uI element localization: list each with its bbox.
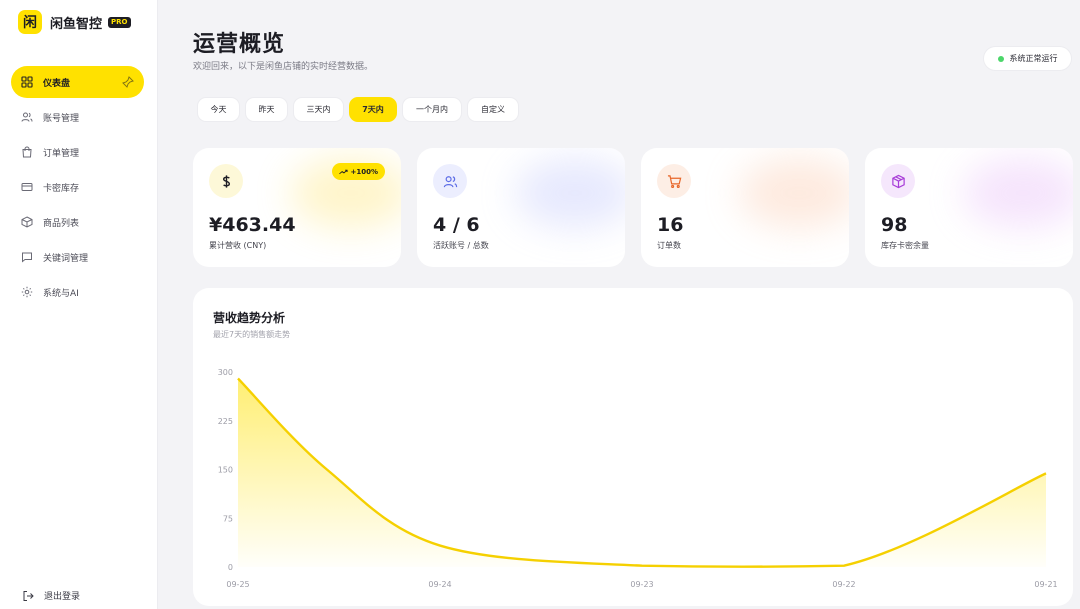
package-icon xyxy=(21,216,33,228)
box-icon xyxy=(881,164,915,198)
page-title: 运营概览 xyxy=(193,32,286,57)
y-tick-label: 150 xyxy=(218,466,233,475)
trend-value: +100% xyxy=(350,167,379,176)
brand[interactable]: 闲 闲鱼智控 PRO xyxy=(18,10,131,34)
message-icon xyxy=(21,251,33,263)
y-tick-label: 300 xyxy=(218,368,233,377)
stat-value: 4 / 6 xyxy=(433,214,480,236)
sidebar-item-label: 系统与AI xyxy=(43,288,79,299)
tab-seven-days[interactable]: 7天内 xyxy=(349,97,397,122)
page-subtitle: 欢迎回来，以下是闲鱼店铺的实时经营数据。 xyxy=(193,62,374,72)
pro-badge: PRO xyxy=(108,16,131,28)
sidebar-item-dashboard[interactable]: 仪表盘 xyxy=(11,66,144,98)
stat-card-revenue: +100% ¥463.44 累计营收 (CNY) xyxy=(193,148,401,267)
logout-button[interactable]: 退出登录 xyxy=(22,589,80,602)
logout-icon xyxy=(23,590,34,601)
stat-label: 累计营收 (CNY) xyxy=(209,241,267,250)
users-icon xyxy=(433,164,467,198)
sidebar-item-products[interactable]: 商品列表 xyxy=(11,206,144,238)
sidebar-item-label: 账号管理 xyxy=(43,113,80,124)
sidebar-item-keywords[interactable]: 关键词管理 xyxy=(11,241,144,273)
tab-custom[interactable]: 自定义 xyxy=(467,97,519,122)
tab-today[interactable]: 今天 xyxy=(197,97,240,122)
gear-icon xyxy=(21,286,33,298)
sidebar-item-label: 关键词管理 xyxy=(43,253,89,264)
stat-label: 活跃账号 / 总数 xyxy=(433,241,489,250)
shopping-bag-icon xyxy=(21,146,33,158)
users-icon xyxy=(21,111,33,123)
sidebar: 闲 闲鱼智控 PRO 仪表盘 账号管理 订单管理 卡密库存 商品列表 关键词管理… xyxy=(0,0,158,609)
status-dot-icon xyxy=(997,55,1004,62)
tab-yesterday[interactable]: 昨天 xyxy=(245,97,288,122)
x-tick-label: 09-25 xyxy=(226,580,249,589)
status-text: 系统正常运行 xyxy=(1009,54,1058,63)
sidebar-item-label: 订单管理 xyxy=(43,148,80,159)
stat-card-orders: 16 订单数 xyxy=(641,148,849,267)
pin-icon xyxy=(122,76,134,88)
stat-value: ¥463.44 xyxy=(209,214,296,236)
y-tick-label: 225 xyxy=(218,417,233,426)
x-tick-label: 09-23 xyxy=(630,580,653,589)
x-tick-label: 09-22 xyxy=(832,580,855,589)
trend-badge: +100% xyxy=(331,163,385,180)
sidebar-item-accounts[interactable]: 账号管理 xyxy=(11,101,144,133)
stat-value: 98 xyxy=(881,214,908,236)
sidebar-item-card-inventory[interactable]: 卡密库存 xyxy=(11,171,144,203)
credit-card-icon xyxy=(21,181,33,193)
y-tick-label: 0 xyxy=(228,563,233,572)
dashboard-icon xyxy=(21,76,33,88)
brand-name: 闲鱼智控 xyxy=(50,16,103,32)
sidebar-item-system-ai[interactable]: 系统与AI xyxy=(11,276,144,308)
sidebar-item-orders[interactable]: 订单管理 xyxy=(11,136,144,168)
revenue-chart-card: 营收趋势分析 最近7天的销售额走势 0 75 150 225 300 09-25 09-24… xyxy=(193,288,1073,606)
stat-card-accounts: 4 / 6 活跃账号 / 总数 xyxy=(417,148,625,267)
x-tick-label: 09-24 xyxy=(428,580,451,589)
dollar-icon xyxy=(209,164,243,198)
logout-label: 退出登录 xyxy=(44,592,81,602)
stat-value: 16 xyxy=(657,214,684,236)
stat-label: 库存卡密余量 xyxy=(881,241,929,250)
sidebar-item-label: 仪表盘 xyxy=(43,78,71,89)
x-tick-label: 09-21 xyxy=(1034,580,1057,589)
cart-icon xyxy=(657,164,691,198)
brand-logo: 闲 xyxy=(18,10,42,34)
stat-card-inventory: 98 库存卡密余量 xyxy=(865,148,1073,267)
revenue-chart[interactable]: 0 75 150 225 300 09-25 09-24 09-23 09-22 09-21 xyxy=(193,288,1073,606)
y-tick-label: 75 xyxy=(223,514,233,523)
sidebar-item-label: 商品列表 xyxy=(43,218,80,229)
sidebar-item-label: 卡密库存 xyxy=(43,183,80,194)
tab-three-days[interactable]: 三天内 xyxy=(293,97,344,122)
stat-label: 订单数 xyxy=(657,241,681,250)
system-status-badge: 系统正常运行 xyxy=(983,46,1072,71)
tab-one-month[interactable]: 一个月内 xyxy=(402,97,462,122)
revenue-area xyxy=(238,378,1046,567)
trending-up-icon xyxy=(338,169,348,174)
